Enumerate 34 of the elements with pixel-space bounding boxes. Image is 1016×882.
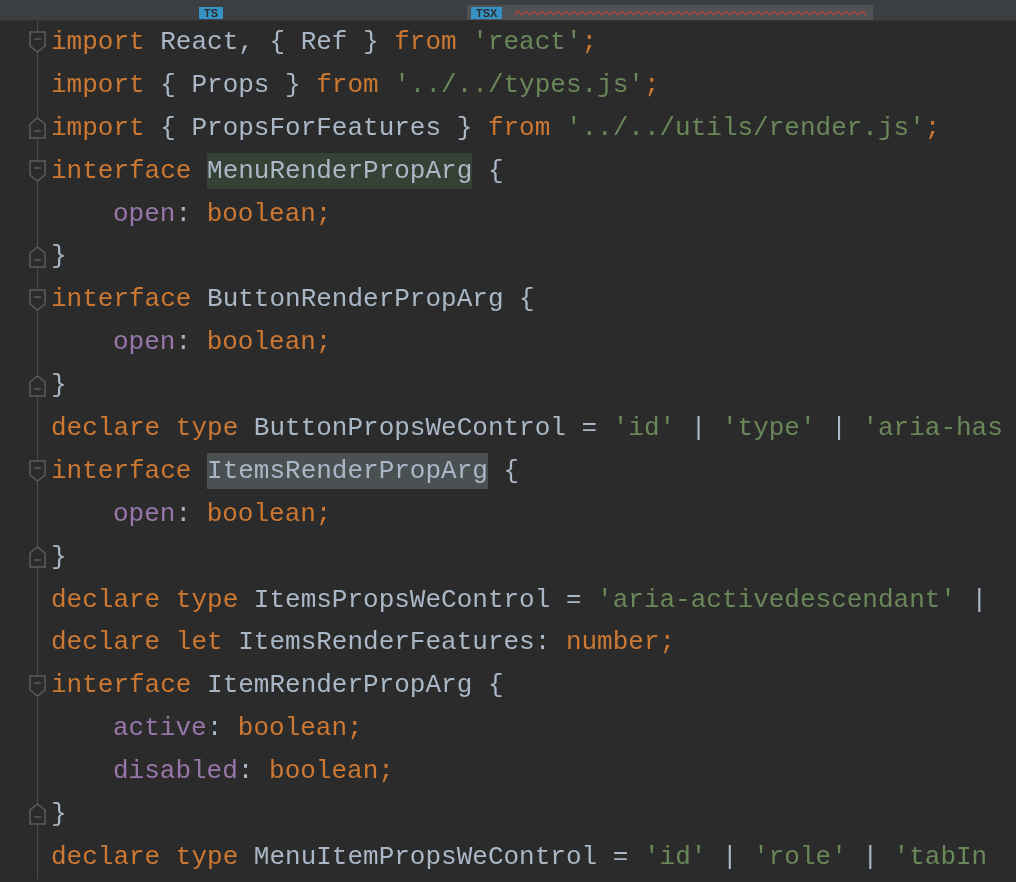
code-line: } (51, 540, 68, 574)
code-line: disabled: boolean; (112, 755, 395, 789)
code-line: open: boolean; (112, 197, 333, 231)
code-line: declare type MenuItemPropsWeControl = 'id' | 'role' | 'tabIn (51, 840, 989, 874)
code-line: interface ItemsRenderPropArg { (51, 449, 1003, 493)
file-type-badge: TSX (471, 6, 503, 19)
code-line: declare type ButtonPropsWeControl = 'id' | 'type' | 'aria-has (51, 412, 1003, 445)
code-line: import React, { Ref } from 'react'; (51, 26, 599, 59)
code-line: } (51, 369, 68, 403)
fold-icon[interactable] (29, 117, 46, 140)
code-line: } (51, 240, 68, 274)
code-line: declare type ItemsPropsWeControl = 'aria-activedescendant' | (51, 583, 989, 617)
code-line: interface ButtonRenderPropArg { (51, 283, 536, 317)
code-line: } (51, 798, 68, 832)
code-line: declare let ItemsRenderFeatures: number; (51, 626, 677, 660)
editor-tab[interactable]: TSX (467, 5, 874, 20)
fold-icon[interactable] (29, 460, 46, 483)
code-line: interface ItemRenderPropArg { (51, 669, 505, 703)
fold-icon[interactable] (29, 674, 46, 697)
file-type-badge: TS (199, 6, 224, 19)
fold-icon[interactable] (29, 803, 46, 826)
fold-icon[interactable] (29, 288, 46, 311)
fold-icon[interactable] (29, 160, 46, 183)
fold-icon[interactable] (29, 245, 46, 268)
code-line: open: boolean; (112, 497, 333, 531)
fold-icon[interactable] (29, 31, 46, 54)
code-line: import { Props } from '../../types.js'; (51, 68, 661, 102)
code-line: import { PropsForFeatures } from '../../utils/render.js'; (51, 111, 942, 145)
code-line: interface MenuRenderPropArg { (51, 149, 1003, 193)
code-line: active: boolean; (112, 712, 364, 746)
fold-icon[interactable] (29, 546, 46, 569)
fold-icon[interactable] (29, 374, 46, 397)
editor-tab[interactable]: TS (195, 5, 228, 20)
code-line: open: boolean; (112, 326, 333, 360)
